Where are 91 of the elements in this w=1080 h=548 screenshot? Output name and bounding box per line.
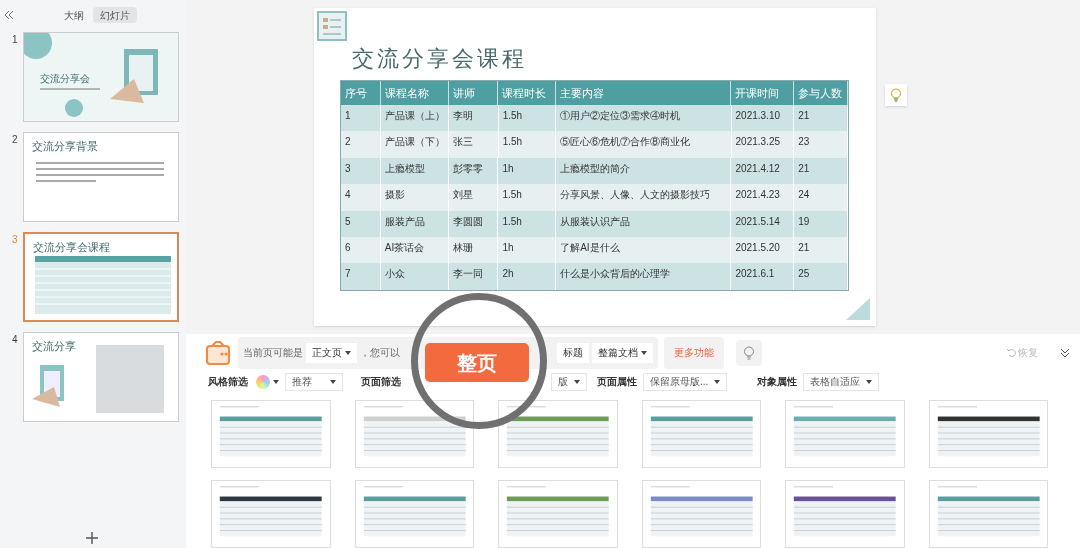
filter-label: 风格筛选 bbox=[208, 375, 248, 390]
template-thumbnail[interactable] bbox=[928, 400, 1048, 468]
robot-box-icon bbox=[204, 339, 232, 366]
table-cell: 摄影 bbox=[380, 184, 449, 211]
table-cell: 1.5h bbox=[498, 184, 557, 211]
template-thumbnail[interactable] bbox=[785, 400, 905, 468]
double-chevron-icon bbox=[1060, 347, 1070, 358]
template-thumbnail[interactable] bbox=[498, 480, 618, 548]
caret-icon bbox=[714, 379, 721, 384]
slide-number: 3 bbox=[11, 233, 19, 247]
template-thumbnail[interactable] bbox=[498, 400, 618, 468]
table-cell: 2021.3.25 bbox=[731, 131, 795, 158]
caret-icon bbox=[866, 379, 873, 384]
table-cell: 24 bbox=[794, 184, 848, 211]
slide-thumbnail[interactable]: 交流分享 bbox=[23, 332, 179, 422]
table-cell: 2 bbox=[341, 131, 381, 158]
filter-dropdown[interactable]: 版 bbox=[551, 372, 587, 391]
caret-icon bbox=[345, 350, 351, 355]
filter-dropdown[interactable]: 表格自适应 bbox=[803, 372, 880, 391]
lightbulb-button[interactable] bbox=[885, 84, 907, 106]
table-cell: 2021.6.1 bbox=[731, 263, 795, 290]
table-cell: ⑤匠心⑥危机⑦合作⑧商业化 bbox=[556, 131, 732, 158]
document-option-dropdown[interactable]: 整篇文档 bbox=[592, 342, 653, 363]
caret-icon bbox=[574, 379, 580, 384]
add-slide-button[interactable] bbox=[84, 530, 100, 546]
slide-thumbnail-title: 交流分享 bbox=[32, 339, 76, 354]
filter-label: 页面筛选 bbox=[361, 375, 401, 390]
outline-tab[interactable]: 大纲 bbox=[57, 7, 91, 23]
table-cell: 5 bbox=[341, 210, 381, 237]
slide-number: 2 bbox=[11, 133, 19, 147]
template-thumbnail[interactable] bbox=[641, 400, 761, 468]
template-thumbnail[interactable] bbox=[354, 400, 474, 468]
table-cell: 1.5h bbox=[498, 210, 557, 237]
title-option-button[interactable]: 标题 bbox=[557, 342, 589, 363]
filter-dropdown[interactable]: 推荐 bbox=[285, 372, 343, 391]
template-thumbnail[interactable] bbox=[928, 480, 1048, 548]
slide-number: 4 bbox=[11, 333, 19, 347]
table-cell: 19 bbox=[794, 210, 848, 237]
table-cell: 2h bbox=[498, 263, 557, 290]
table-cell: 25 bbox=[794, 263, 848, 290]
table-cell: 分享风景、人像、人文的摄影技巧 bbox=[556, 184, 732, 211]
template-thumbnail[interactable] bbox=[211, 400, 331, 468]
slide-thumbnail[interactable]: 交流分享会 bbox=[23, 32, 179, 122]
slide-thumbnail[interactable]: 交流分享背景 bbox=[23, 132, 179, 222]
table-cell: 7 bbox=[341, 263, 381, 290]
template-thumbnail[interactable] bbox=[641, 480, 761, 548]
assistant-suggestion: ，您可以 bbox=[360, 346, 400, 361]
table-cell: 张三 bbox=[448, 131, 499, 158]
slide-thumbnail-title: 交流分享背景 bbox=[32, 139, 98, 154]
table-cell: 23 bbox=[794, 131, 848, 158]
table-cell: 什么是小众背后的心理学 bbox=[556, 263, 732, 290]
slide-thumbnail-title: 交流分享会课程 bbox=[33, 240, 110, 255]
table-cell: 刘星 bbox=[448, 184, 499, 211]
slide-title: 交流分享会课程 bbox=[352, 45, 527, 73]
table-cell: 李圆圆 bbox=[448, 210, 499, 237]
table-cell: 2021.5.14 bbox=[731, 210, 795, 237]
outline-tab[interactable]: 幻灯片 bbox=[93, 7, 137, 23]
table-cell: 产品课（下） bbox=[380, 131, 449, 158]
table-cell: 1.5h bbox=[498, 131, 557, 158]
photo-placeholder bbox=[96, 345, 164, 413]
caret-icon bbox=[273, 379, 279, 384]
slide-thumbnail-title: 交流分享会 bbox=[40, 72, 90, 86]
filter-dropdown[interactable]: 保留原母版... bbox=[643, 372, 728, 391]
template-thumbnail[interactable] bbox=[211, 480, 331, 548]
filter-label: 对象属性 bbox=[757, 375, 798, 390]
plus-icon bbox=[86, 532, 98, 544]
table-cell: 李一同 bbox=[448, 263, 499, 290]
double-chevron-icon bbox=[4, 10, 14, 20]
caret-icon bbox=[641, 350, 647, 355]
table-cell: 从服装认识产品 bbox=[556, 210, 732, 237]
slide-thumbnail[interactable]: 交流分享会课程 bbox=[23, 232, 179, 322]
table-cell: 服装产品 bbox=[380, 210, 449, 237]
caret-icon bbox=[330, 379, 336, 384]
color-wheel-icon bbox=[256, 374, 270, 389]
template-thumbnail[interactable] bbox=[354, 480, 474, 548]
assistant-prompt: 当前页可能是 bbox=[243, 346, 303, 361]
lightbulb-icon bbox=[890, 88, 902, 102]
slide-number: 1 bbox=[11, 33, 19, 47]
filter-label: 页面属性 bbox=[597, 375, 637, 390]
page-type-dropdown[interactable]: 正文页 bbox=[306, 342, 357, 363]
collapse-panel-button[interactable] bbox=[1060, 347, 1070, 358]
lightbulb-button[interactable] bbox=[736, 339, 762, 366]
ruler-icon bbox=[844, 296, 872, 322]
template-thumbnail[interactable] bbox=[785, 480, 905, 548]
table-cell: 小众 bbox=[380, 263, 449, 290]
clipboard-icon bbox=[316, 10, 348, 42]
table-cell: 4 bbox=[341, 184, 381, 211]
table-cell: 2021.4.23 bbox=[731, 184, 795, 211]
undo-icon bbox=[1007, 348, 1016, 358]
lightbulb-icon bbox=[743, 345, 755, 360]
style-color-dropdown[interactable] bbox=[256, 374, 279, 389]
